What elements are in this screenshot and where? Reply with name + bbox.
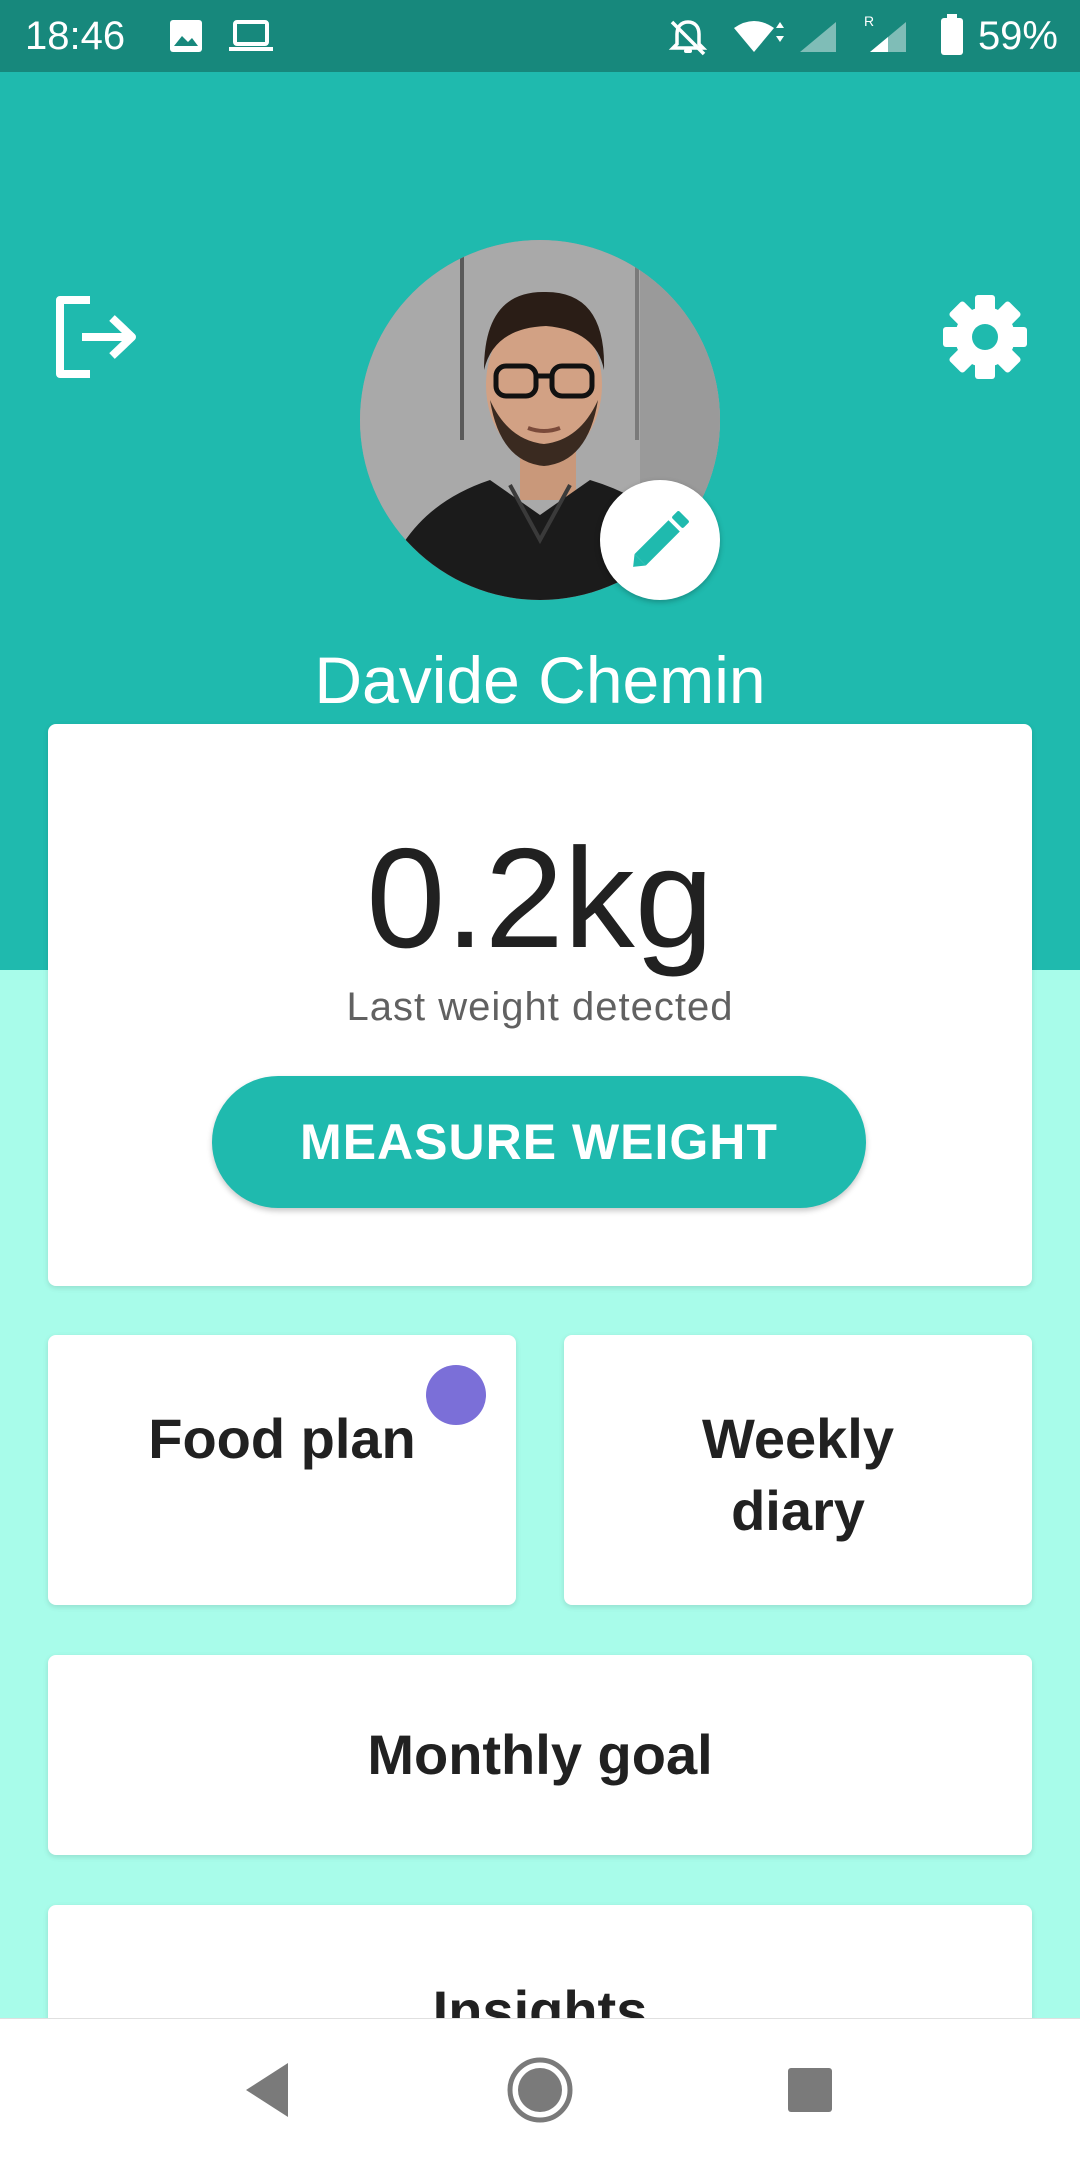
status-time: 18:46 — [25, 14, 126, 58]
navigation-bar — [0, 2018, 1080, 2161]
food-plan-tile[interactable]: Food plan — [48, 1335, 516, 1605]
battery-percent: 59% — [977, 14, 1058, 58]
recents-icon[interactable] — [740, 2019, 880, 2161]
home-icon[interactable] — [470, 2019, 610, 2161]
weight-card: 0.2kg Last weight detected MEASURE WEIGH… — [48, 724, 1032, 1286]
notifications-off-icon — [668, 20, 708, 56]
edit-photo-button[interactable] — [600, 480, 720, 600]
svg-text:R: R — [864, 13, 874, 29]
monthly-goal-tile[interactable]: Monthly goal — [48, 1655, 1032, 1855]
status-bar: 18:46 R 59% — [0, 0, 1080, 72]
pencil-icon — [633, 511, 689, 567]
wifi-icon — [734, 21, 784, 52]
laptop-icon — [229, 20, 273, 51]
logout-icon[interactable] — [50, 292, 140, 382]
gear-icon[interactable] — [940, 292, 1030, 382]
weekly-diary-label-line1: Weekly — [702, 1407, 894, 1470]
weekly-diary-tile[interactable]: Weekly diary — [564, 1335, 1032, 1605]
back-icon[interactable] — [196, 2019, 336, 2161]
last-weight-caption: Last weight detected — [346, 985, 734, 1029]
measure-weight-button[interactable]: MEASURE WEIGHT — [212, 1076, 866, 1208]
image-icon — [170, 20, 202, 52]
last-weight-value: 0.2kg — [366, 819, 714, 978]
weekly-diary-label-line2: diary — [731, 1479, 865, 1542]
monthly-goal-label: Monthly goal — [367, 1723, 713, 1786]
battery-icon — [941, 14, 963, 55]
notification-dot — [426, 1365, 486, 1425]
user-name: Davide Chemin — [314, 643, 766, 717]
signal-roaming-icon: R — [864, 13, 906, 52]
signal-icon — [800, 22, 836, 52]
